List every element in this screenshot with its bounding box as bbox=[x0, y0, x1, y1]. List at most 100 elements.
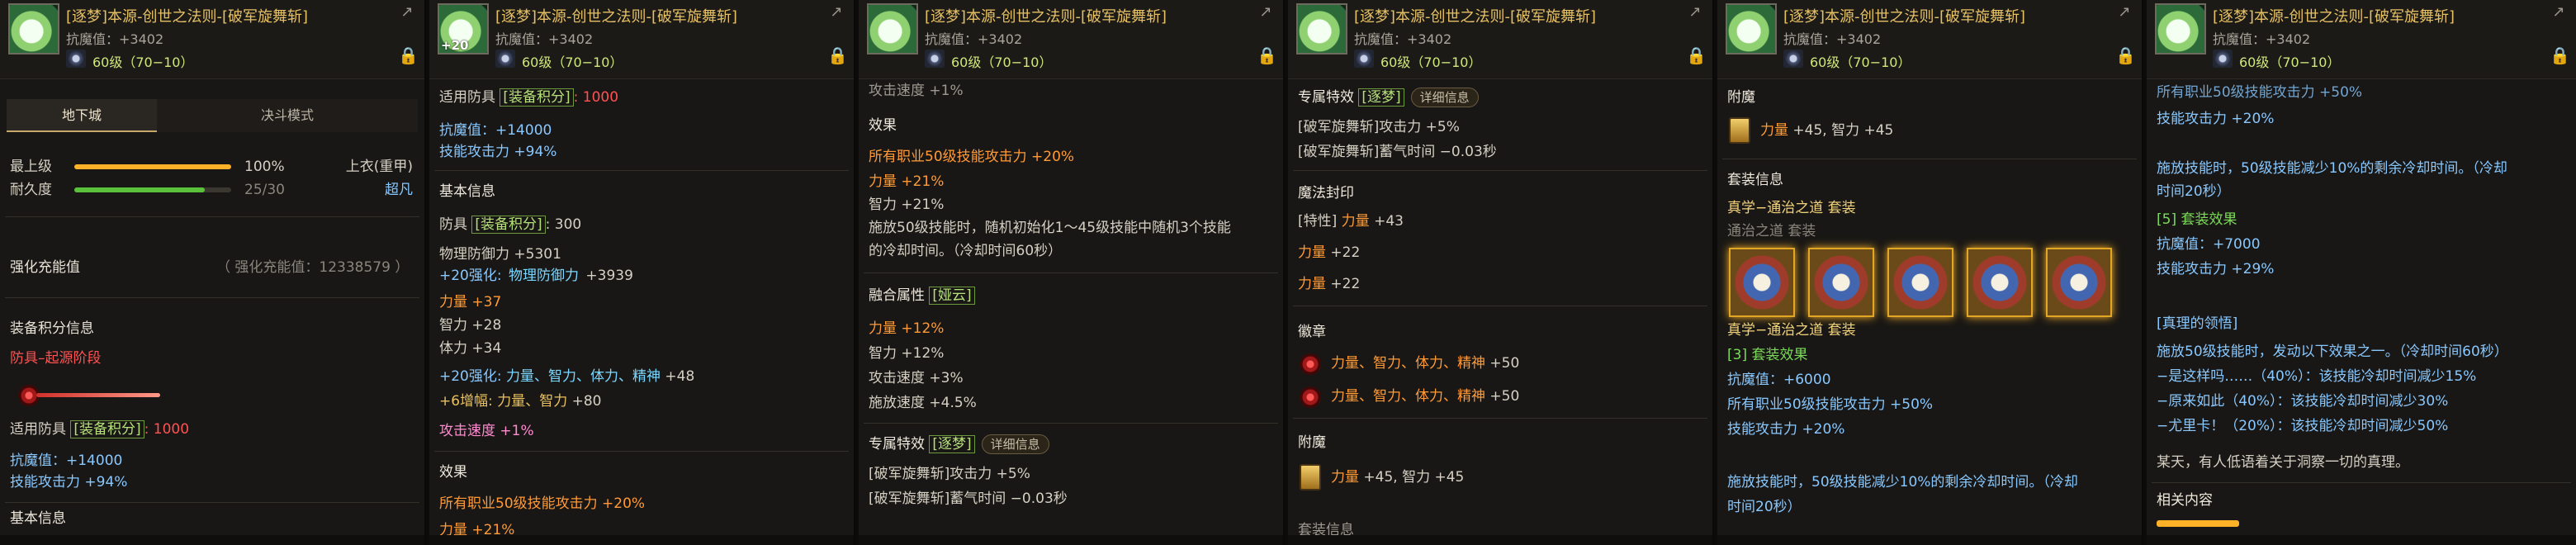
item-resist: 抗魔值：+3402 bbox=[925, 31, 1023, 47]
related-tab-indicator[interactable] bbox=[2157, 520, 2239, 527]
item-icon bbox=[867, 3, 918, 54]
resist-line: 抗魔值：+14000 bbox=[10, 453, 123, 469]
divider bbox=[864, 272, 1278, 273]
score-progress-bar bbox=[36, 393, 160, 397]
exclusive-line-1: [破军旋舞斩]攻击力 +5% bbox=[869, 466, 1030, 482]
set-parts: 通治之道 套装 bbox=[1727, 223, 1816, 239]
effect-line: 所有职业50级技能攻击力 +20% bbox=[439, 495, 646, 512]
seal-line-3: 力量 +22 bbox=[1298, 276, 1361, 292]
item-title: [逐梦]本源-创世之法则-[破军旋舞斩] bbox=[1783, 8, 2026, 26]
share-icon[interactable]: ↗ bbox=[2115, 3, 2133, 21]
score-title: 装备积分信息 bbox=[10, 320, 94, 337]
lock-icon[interactable]: 🔒 bbox=[1257, 46, 1277, 64]
skill-atk-line: 技能攻击力 +94% bbox=[10, 474, 128, 490]
bottom-bar bbox=[1717, 535, 2142, 545]
set-card-icon[interactable] bbox=[1808, 248, 1874, 317]
share-icon[interactable]: ↗ bbox=[2550, 3, 2568, 21]
enhance-label: 强化充能值 bbox=[10, 259, 80, 276]
share-icon[interactable]: ↗ bbox=[827, 3, 845, 21]
set-skill-atk: 技能攻击力 +20% bbox=[2157, 111, 2275, 127]
tab-duel[interactable]: 决斗模式 bbox=[157, 99, 418, 132]
score-line: 适用防具 [装备积分]: 1000 bbox=[10, 420, 190, 438]
item-level: 60级（70−10） bbox=[92, 54, 194, 70]
realm-line-4: −尤里卡！（20%）：该技能冷却时间减少50% bbox=[2157, 418, 2449, 434]
realm-line-3: −原来如此（40%）：该技能冷却时间减少30% bbox=[2157, 393, 2449, 410]
exclusive-line-2: [破军旋舞斩]蓄气时间 −0.03秒 bbox=[1298, 144, 1497, 160]
item-header: +20 [逐梦]本源-创世之法则-[破军旋舞斩] 抗魔值：+3402 60级（7… bbox=[429, 0, 854, 79]
set-card-icon[interactable] bbox=[1729, 248, 1795, 317]
item-resist: 抗魔值：+3402 bbox=[1783, 31, 1882, 47]
lock-icon[interactable]: 🔒 bbox=[1686, 46, 1707, 64]
item-icon: +20 bbox=[438, 3, 489, 54]
set-desc-1: 施放技能时，50级技能减少10%的剩余冷却时间。（冷却 bbox=[2157, 160, 2507, 177]
seal-heading: 魔法封印 bbox=[1298, 185, 1354, 201]
detail-button[interactable]: 详细信息 bbox=[1410, 88, 1479, 107]
flavor-text: 某天，有人低语着关于洞察一切的真理。 bbox=[2157, 454, 2409, 471]
vit-line: 体力 +34 bbox=[439, 340, 502, 357]
fusion-heading: 融合属性 [娅云] bbox=[869, 286, 975, 306]
emblem-icon bbox=[1300, 353, 1321, 375]
lock-icon[interactable]: 🔒 bbox=[2115, 46, 2136, 64]
grade-label: 超凡 bbox=[385, 182, 413, 198]
top-level-pct: 100% bbox=[244, 159, 285, 175]
set-card-icon[interactable] bbox=[2046, 248, 2112, 317]
item-level: 60级（70−10） bbox=[951, 54, 1053, 70]
set-effect-heading: [3] 套装效果 bbox=[1727, 347, 1808, 363]
gem-icon bbox=[2213, 50, 2233, 68]
exclusive-line-1: [破军旋舞斩]攻击力 +5% bbox=[1298, 119, 1460, 135]
emblem-icon bbox=[1300, 386, 1321, 408]
enchant-line: 力量 +45, 智力 +45 bbox=[1760, 122, 1894, 139]
realm-line-1: 施放50级技能时，发动以下效果之一。（冷却时间60秒） bbox=[2157, 344, 2508, 360]
set-card-icon[interactable] bbox=[1967, 248, 2033, 317]
set-card-icon[interactable] bbox=[1887, 248, 1953, 317]
set5-skill-atk: 技能攻击力 +29% bbox=[2157, 261, 2275, 277]
lock-icon[interactable]: 🔒 bbox=[398, 46, 419, 64]
skill-atk-line: 技能攻击力 +94% bbox=[439, 144, 557, 160]
seal-line-2: 力量 +22 bbox=[1298, 244, 1361, 261]
item-header: [逐梦]本源-创世之法则-[破军旋舞斩] 抗魔值：+3402 60级（70−10… bbox=[2147, 0, 2576, 79]
set-name: 真学−通治之道 套装 bbox=[1727, 200, 1856, 216]
item-level: 60级（70−10） bbox=[1380, 54, 1482, 70]
fusion-int: 智力 +12% bbox=[869, 345, 945, 362]
item-title: [逐梦]本源-创世之法则-[破军旋舞斩] bbox=[66, 8, 309, 26]
lock-icon[interactable]: 🔒 bbox=[827, 46, 848, 64]
tooltip-panel-4: [逐梦]本源-创世之法则-[破军旋舞斩] 抗魔值：+3402 60级（70−10… bbox=[1288, 0, 1714, 545]
set-effect-line: 所有职业50级技能攻击力 +50% bbox=[2157, 84, 2363, 101]
gem-icon bbox=[1783, 50, 1803, 68]
set5-resist: 抗魔值：+7000 bbox=[2157, 236, 2261, 253]
item-title: [逐梦]本源-创世之法则-[破军旋舞斩] bbox=[495, 8, 738, 26]
enchant-line: 力量 +45, 智力 +45 bbox=[1331, 469, 1465, 486]
divider bbox=[5, 502, 419, 503]
tooltip-panel-1: [逐梦]本源-创世之法则-[破军旋舞斩] 抗魔值：+3402 60级（70−10… bbox=[0, 0, 426, 545]
set-resist: 抗魔值：+6000 bbox=[1727, 372, 1831, 388]
enhance-value: （ 强化充能值：12338579 ） bbox=[216, 259, 410, 276]
item-header: [逐梦]本源-创世之法则-[破军旋舞斩] 抗魔值：+3402 60级（70−10… bbox=[859, 0, 1283, 79]
bottom-bar bbox=[859, 535, 1283, 545]
set-desc-1: 施放技能时，50级技能减少10%的剩余冷却时间。（冷却 bbox=[1727, 474, 2078, 490]
atk-speed-line: 攻击速度 +1% bbox=[869, 83, 964, 99]
tooltip-panel-5: [逐梦]本源-创世之法则-[破军旋舞斩] 抗魔值：+3402 60级（70−10… bbox=[1717, 0, 2143, 545]
set-effect-line: 所有职业50级技能攻击力 +50% bbox=[1727, 396, 1934, 413]
gem-icon bbox=[925, 50, 945, 68]
tab-dungeon[interactable]: 地下城 bbox=[7, 99, 157, 132]
lock-icon[interactable]: 🔒 bbox=[2550, 46, 2570, 64]
bottom-bar bbox=[2147, 535, 2576, 545]
int-line: 智力 +28 bbox=[439, 317, 502, 334]
item-icon bbox=[8, 3, 59, 54]
share-icon[interactable]: ↗ bbox=[398, 3, 416, 21]
exclusive-line-2: [破军旋舞斩]蓄气时间 −0.03秒 bbox=[869, 490, 1068, 507]
realm-line-2: −是这样吗……（40%）：该技能冷却时间减少15% bbox=[2157, 368, 2477, 385]
desc-line-2: 的冷却时间。（冷却时间60秒） bbox=[869, 243, 1063, 259]
item-icon bbox=[1296, 3, 1347, 54]
effect-heading: 效果 bbox=[869, 117, 897, 134]
int-pct-line: 智力 +21% bbox=[869, 197, 945, 213]
basic-info-heading: 基本信息 bbox=[439, 183, 495, 200]
share-icon[interactable]: ↗ bbox=[1686, 3, 1704, 21]
divider bbox=[2152, 482, 2571, 483]
detail-button[interactable]: 详细信息 bbox=[981, 434, 1049, 454]
phys-def-line: 物理防御力 +5301 bbox=[439, 246, 561, 263]
share-icon[interactable]: ↗ bbox=[1257, 3, 1275, 21]
emblem-line-2: 力量、智力、体力、精神 +50 bbox=[1331, 388, 1520, 405]
divider bbox=[434, 451, 849, 452]
exclusive-heading: 专属特效 [逐梦] 详细信息 bbox=[869, 434, 1049, 454]
